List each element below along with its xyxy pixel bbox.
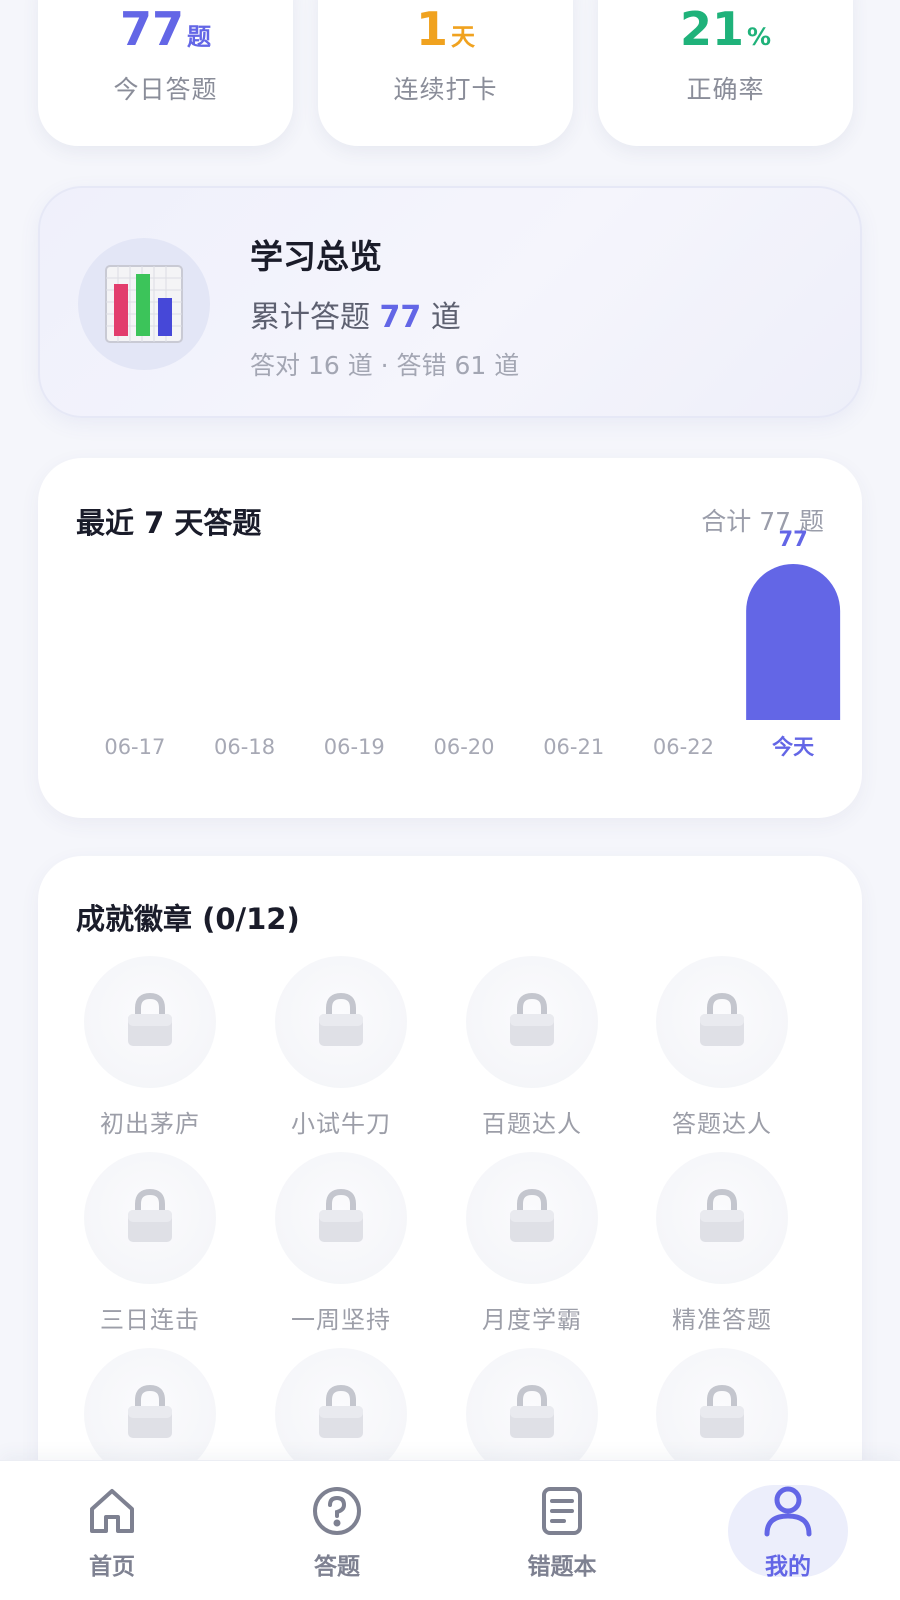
chart-x-label: 06-18 [214, 735, 275, 759]
lock-icon [125, 1188, 175, 1248]
badge-item[interactable]: 一周坚持 [251, 1152, 431, 1342]
badge-circle [466, 1152, 598, 1284]
stat-unit: 题 [187, 23, 211, 51]
overview-icon-container [78, 238, 210, 370]
user-icon [760, 1483, 816, 1539]
badge-label: 精准答题 [672, 1306, 772, 1334]
stat-label: 连续打卡 [393, 75, 498, 104]
badge-item[interactable]: 百题达人 [442, 956, 622, 1146]
stat-card-streak[interactable]: 1 天 连续打卡 [318, 0, 573, 146]
badge-item[interactable]: 初出茅庐 [60, 956, 240, 1146]
badge-item[interactable]: 小试牛刀 [251, 956, 431, 1146]
overview-detail: 答对 16 道 · 答错 61 道 [250, 351, 520, 380]
chart-value-label: 77 [779, 527, 808, 551]
badge-circle [275, 956, 407, 1088]
stat-unit: 天 [451, 23, 475, 51]
home-icon [84, 1483, 140, 1539]
stat-card-accuracy[interactable]: 21 % 正确率 [598, 0, 853, 146]
badges-title: 成就徽章 (0/12) [76, 902, 300, 936]
chart-x-label: 06-21 [543, 735, 604, 759]
badge-circle [84, 956, 216, 1088]
tab-mistakes[interactable]: 错题本 [487, 1461, 637, 1600]
stat-number: 21 [679, 2, 744, 56]
badge-label: 初出茅庐 [100, 1110, 200, 1138]
total-prefix: 累计答题 [250, 300, 370, 335]
weekly-chart-card: 最近 7 天答题 合计 77 题 06-17 06-18 06-19 06-20 06-… [38, 458, 862, 818]
badge-circle [656, 1152, 788, 1284]
overview-title: 学习总览 [250, 237, 382, 276]
bar-chart-icon [105, 265, 183, 343]
lock-icon [316, 1188, 366, 1248]
question-icon [309, 1483, 365, 1539]
stat-value: 77 题 [120, 6, 211, 52]
total-value: 77 [379, 300, 422, 335]
badge-label: 小试牛刀 [291, 1110, 391, 1138]
badge-circle [656, 956, 788, 1088]
overview-total: 累计答题 77 道 [250, 292, 461, 336]
badge-item[interactable]: 答题达人 [632, 956, 812, 1146]
lock-icon [507, 1188, 557, 1248]
badge-item[interactable]: 三日连击 [60, 1152, 240, 1342]
bar-chart: 06-17 06-18 06-19 06-20 06-21 06-22 77 今天 [104, 527, 841, 759]
stat-unit: % [746, 23, 772, 51]
lock-icon [697, 1384, 747, 1444]
chart-x-label: 06-22 [653, 735, 714, 759]
chart-bar[interactable] [746, 564, 841, 720]
learning-overview-card[interactable]: 学习总览 累计答题 77 道 答对 16 道 · 答错 61 道 [38, 186, 862, 418]
badge-circle [275, 1152, 407, 1284]
stat-value: 21 % [680, 6, 771, 52]
stat-number: 77 [119, 2, 184, 56]
bottom-tab-bar: 首页 答题 错题本 我的 [0, 1460, 900, 1600]
chart-x-label: 06-19 [324, 735, 385, 759]
total-suffix: 道 [430, 300, 461, 335]
stat-label: 今日答题 [113, 75, 218, 104]
notebook-icon [534, 1483, 590, 1539]
stat-label: 正确率 [686, 75, 765, 104]
tab-me[interactable]: 我的 [713, 1461, 863, 1600]
tab-label: 首页 [89, 1554, 135, 1580]
lock-icon [125, 992, 175, 1052]
badge-circle [84, 1152, 216, 1284]
lock-icon [507, 1384, 557, 1444]
badge-label: 百题达人 [482, 1110, 582, 1138]
tab-quiz[interactable]: 答题 [262, 1461, 412, 1600]
tab-label: 错题本 [527, 1554, 597, 1580]
lock-icon [316, 1384, 366, 1444]
stat-number: 1 [415, 2, 448, 56]
tab-label: 我的 [765, 1554, 811, 1580]
badge-item[interactable]: 月度学霸 [442, 1152, 622, 1342]
lock-icon [316, 992, 366, 1052]
chart-x-label: 06-20 [433, 735, 494, 759]
badge-circle [466, 956, 598, 1088]
chart-x-label: 今天 [772, 735, 815, 759]
chart-x-label: 06-17 [104, 735, 165, 759]
stat-value: 1 天 [416, 6, 475, 52]
tab-home[interactable]: 首页 [37, 1461, 187, 1600]
badge-label: 三日连击 [100, 1306, 200, 1334]
lock-icon [125, 1384, 175, 1444]
badge-label: 一周坚持 [291, 1306, 391, 1334]
lock-icon [697, 992, 747, 1052]
page: 77 题 今日答题 1 天 连续打卡 21 % 正确率 学习总览 累计答题 77… [0, 0, 900, 1600]
stat-card-today[interactable]: 77 题 今日答题 [38, 0, 293, 146]
badge-label: 答题达人 [672, 1110, 772, 1138]
badge-label: 月度学霸 [482, 1306, 582, 1334]
tab-label: 答题 [314, 1554, 360, 1580]
badge-item[interactable]: 精准答题 [632, 1152, 812, 1342]
lock-icon [697, 1188, 747, 1248]
lock-icon [507, 992, 557, 1052]
